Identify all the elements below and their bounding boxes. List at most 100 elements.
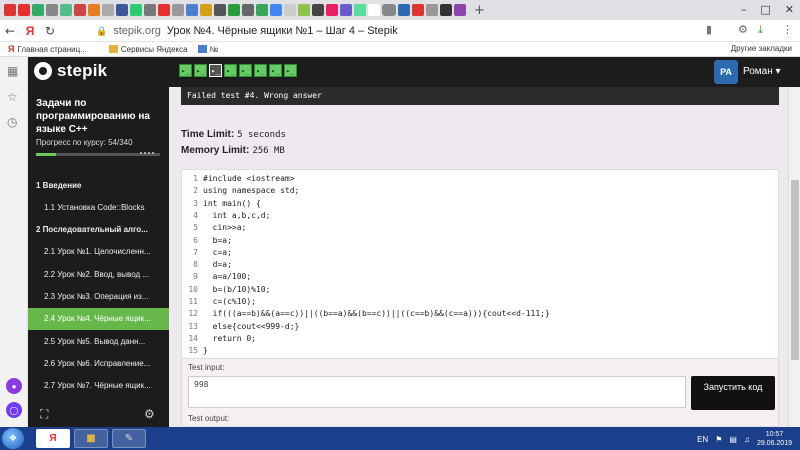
history-icon[interactable]: ◷ — [7, 115, 17, 129]
sidebar-lesson-item[interactable]: 2.6 Урок №6. Исправление... — [28, 352, 169, 374]
flag-icon[interactable]: ⚑ — [715, 435, 722, 444]
browser-tab[interactable] — [102, 4, 114, 16]
maximize-icon[interactable]: □ — [760, 3, 770, 16]
browser-tab[interactable] — [74, 4, 86, 16]
other-bookmarks[interactable]: Другие закладки — [731, 44, 792, 53]
stepik-logo[interactable]: stepik — [34, 61, 107, 81]
code-text: } — [203, 346, 208, 356]
sidebar-lesson-item[interactable]: 2.2 Урок №2. Ввод, вывод ... — [28, 263, 169, 285]
explorer-task-icon[interactable]: ■ — [74, 429, 108, 448]
grid-icon[interactable]: ▦ — [7, 64, 18, 78]
browser-tab[interactable] — [144, 4, 156, 16]
browser-tab[interactable] — [312, 4, 324, 16]
close-icon[interactable]: ✕ — [785, 3, 794, 16]
sidebar-lesson-item[interactable]: 2.1 Урок №1. Целочисленн... — [28, 241, 169, 263]
browser-tab[interactable] — [130, 4, 142, 16]
gear-icon[interactable]: ⚙ — [144, 407, 155, 421]
step-2-button[interactable]: ▸_ — [194, 64, 207, 77]
test-input-field[interactable]: 998 — [188, 376, 686, 408]
browser-tab[interactable] — [412, 4, 424, 16]
memory-limit-value: 256 MB — [252, 146, 285, 156]
bookmark-numero[interactable]: № — [197, 45, 218, 54]
download-icon[interactable]: ⤓ — [758, 23, 763, 37]
sidebar-section[interactable]: 2 Последовательный алго... — [28, 219, 169, 241]
browser-tab[interactable] — [440, 4, 452, 16]
page-scrollbar[interactable] — [788, 87, 800, 427]
browser-tab[interactable] — [46, 4, 58, 16]
step-6-button[interactable]: ▸_ — [254, 64, 267, 77]
browser-tab[interactable] — [116, 4, 128, 16]
new-tab-button[interactable]: + — [474, 3, 485, 18]
course-progress-text: Прогресс по курсу: 54/340 — [36, 138, 133, 147]
bookmark-yandex-services[interactable]: Сервисы Яндекса — [108, 45, 188, 54]
browser-tab[interactable] — [172, 4, 184, 16]
sidebar-lesson-item[interactable]: 2.4 Урок №4. Чёрные ящик... — [28, 307, 169, 330]
browser-tab[interactable] — [426, 4, 438, 16]
reload-icon[interactable]: ↻ — [40, 24, 60, 38]
browser-tab[interactable] — [256, 4, 268, 16]
browser-tab[interactable] — [200, 4, 212, 16]
user-menu[interactable]: Роман ▾ — [743, 66, 781, 77]
extension-icon[interactable]: ⚙ — [738, 23, 748, 36]
star-icon[interactable]: ☆ — [7, 90, 18, 104]
browser-tab[interactable] — [214, 4, 226, 16]
step-1-button[interactable]: ▸_ — [179, 64, 192, 77]
browser-tab[interactable] — [186, 4, 198, 16]
browser-tab[interactable] — [354, 4, 366, 16]
sidebar-lesson-item[interactable]: 2.5 Урок №5. Вывод данн... — [28, 330, 169, 352]
step-5-button[interactable]: ▸_ — [239, 64, 252, 77]
network-icon[interactable]: ▤ — [729, 435, 737, 444]
browser-tab[interactable] — [284, 4, 296, 16]
browser-tab[interactable] — [60, 4, 72, 16]
step-7-button[interactable]: ▸_ — [269, 64, 282, 77]
line-number: 2 — [193, 186, 198, 196]
browser-tab[interactable] — [228, 4, 240, 16]
step-4-button[interactable]: ▸_ — [224, 64, 237, 77]
browser-tab[interactable] — [158, 4, 170, 16]
browser-tab[interactable] — [270, 4, 282, 16]
browser-tab[interactable] — [242, 4, 254, 16]
step-8-button[interactable]: ▸_ — [284, 64, 297, 77]
browser-tab[interactable] — [382, 4, 396, 16]
paint-task-icon[interactable]: ✎ — [112, 429, 146, 448]
alice-app-icon[interactable]: ● — [6, 378, 22, 394]
minimize-icon[interactable]: – — [741, 3, 747, 16]
browser-tab[interactable] — [32, 4, 44, 16]
forward-icon[interactable]: Я — [20, 24, 40, 38]
sidebar-lesson-item[interactable]: 2.7 Урок №7. Чёрные ящик... — [28, 375, 169, 397]
browser-tab[interactable] — [18, 4, 30, 16]
code-line: 4 int a,b,c,d; — [182, 210, 778, 222]
course-title[interactable]: Задачи по программированию на языке C++ — [36, 97, 164, 136]
start-button[interactable]: ❖ — [2, 428, 24, 449]
bookmark-yandex-home[interactable]: Я Главная страниц... — [8, 44, 87, 54]
browser-tab[interactable] — [368, 4, 380, 16]
step-3-button[interactable]: ▸_ — [209, 64, 222, 77]
sidebar-lesson-item[interactable]: 1.1 Установка Code::Blocks — [28, 196, 169, 218]
sidebar-lesson-item[interactable]: 2.3 Урок №3. Операция из... — [28, 286, 169, 308]
browser-tab[interactable] — [298, 4, 310, 16]
bookmark-star-icon[interactable]: ▮ — [706, 23, 712, 36]
language-indicator[interactable]: EN — [697, 435, 708, 444]
run-code-button[interactable]: Запустить код — [691, 376, 775, 410]
fullscreen-icon[interactable]: ⛶ — [40, 407, 48, 422]
browser-tab[interactable] — [398, 4, 410, 16]
back-icon[interactable]: ← — [0, 24, 20, 38]
browser-tab[interactable] — [454, 4, 466, 16]
sidebar-section[interactable]: 1 Введение — [28, 174, 169, 196]
code-editor[interactable]: 1 #include <iostream> 2 using namespace std… — [181, 169, 779, 359]
avatar[interactable]: PA — [714, 60, 738, 84]
browser-tab[interactable] — [340, 4, 352, 16]
alice-voice-icon[interactable]: ◯ — [6, 402, 22, 418]
clock[interactable]: 10:57 29.06.2019 — [757, 430, 792, 448]
yandex-browser-task[interactable]: Я — [36, 429, 70, 448]
code-line: 13 else{cout<<999-d;} — [182, 321, 778, 333]
address-bar: ← Я ↻ 🔒 stepik.org Урок №4. Чёрные ящики… — [0, 20, 800, 42]
volume-icon[interactable]: ♫ — [744, 435, 750, 444]
scrollbar-thumb[interactable] — [791, 180, 799, 360]
code-line: 3 int main() { — [182, 198, 778, 210]
url-field[interactable]: 🔒 stepik.org Урок №4. Чёрные ящики №1 – … — [96, 22, 716, 40]
menu-icon[interactable]: ⋮ — [782, 23, 793, 36]
browser-tab[interactable] — [4, 4, 16, 16]
browser-tab[interactable] — [88, 4, 100, 16]
browser-tab[interactable] — [326, 4, 338, 16]
